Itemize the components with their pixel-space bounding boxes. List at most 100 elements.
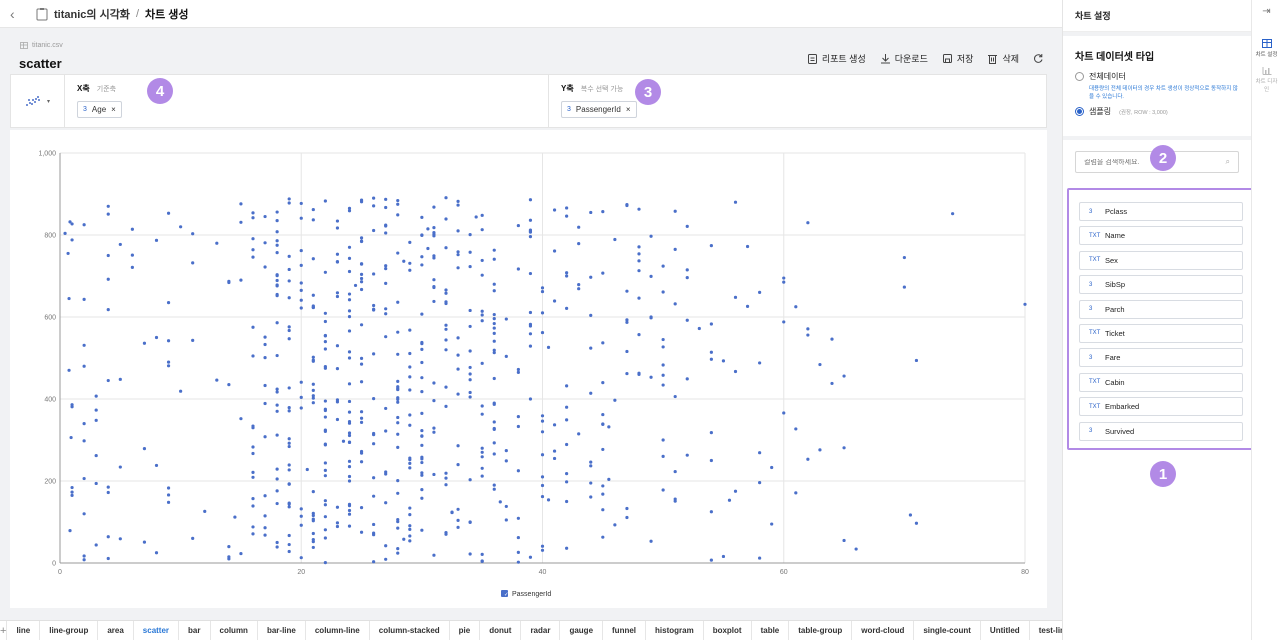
scatter-point[interactable]	[456, 199, 460, 203]
scatter-point[interactable]	[504, 459, 508, 463]
scatter-point[interactable]	[70, 238, 74, 242]
scatter-point[interactable]	[359, 416, 364, 420]
scatter-point[interactable]	[709, 322, 713, 326]
scatter-point[interactable]	[420, 347, 424, 351]
scatter-point[interactable]	[263, 241, 267, 245]
scatter-point[interactable]	[733, 295, 738, 299]
scatter-point[interactable]	[420, 471, 424, 475]
scatter-point[interactable]	[540, 414, 545, 418]
scatter-point[interactable]	[492, 401, 496, 405]
scatter-point[interactable]	[299, 298, 303, 302]
legend-label[interactable]: PassengerId	[512, 591, 551, 598]
scatter-point[interactable]	[323, 319, 327, 324]
chart-type-selector[interactable]: ▾	[11, 75, 65, 127]
scatter-point[interactable]	[770, 465, 774, 470]
scatter-chart[interactable]: 0 200 400 600 800 1,000 0 20 40 60 80 ✓ PassengerId	[10, 130, 1047, 608]
scatter-point[interactable]	[408, 534, 412, 538]
tab-table-group[interactable]: table-group	[788, 620, 851, 640]
scatter-point[interactable]	[649, 274, 653, 279]
scatter-point[interactable]	[335, 524, 340, 529]
scatter-point[interactable]	[625, 371, 629, 376]
scatter-point[interactable]	[733, 369, 738, 374]
scatter-point[interactable]	[601, 412, 605, 417]
scatter-point[interactable]	[577, 287, 581, 291]
scatter-point[interactable]	[625, 289, 629, 293]
scatter-point[interactable]	[396, 517, 400, 522]
scatter-point[interactable]	[287, 279, 291, 283]
tab-word-cloud[interactable]: word-cloud	[851, 620, 913, 640]
scatter-point[interactable]	[275, 321, 279, 325]
scatter-point[interactable]	[347, 356, 352, 360]
scatter-point[interactable]	[577, 225, 581, 229]
scatter-point[interactable]	[492, 331, 496, 335]
scatter-point[interactable]	[420, 233, 424, 237]
scatter-point[interactable]	[67, 368, 71, 372]
scatter-point[interactable]	[299, 406, 303, 410]
scatter-point[interactable]	[758, 361, 762, 365]
scatter-point[interactable]	[432, 299, 436, 304]
scatter-point[interactable]	[456, 525, 460, 529]
scatter-point[interactable]	[552, 423, 557, 427]
scatter-point[interactable]	[335, 252, 340, 256]
scatter-point[interactable]	[384, 197, 388, 201]
scatter-point[interactable]	[516, 535, 520, 540]
scatter-point[interactable]	[540, 289, 545, 294]
scatter-point[interactable]	[396, 300, 400, 304]
scatter-point[interactable]	[106, 485, 110, 489]
scatter-point[interactable]	[263, 526, 267, 530]
scatter-point[interactable]	[359, 356, 364, 361]
scatter-point[interactable]	[758, 290, 762, 294]
refresh-button[interactable]	[1033, 53, 1044, 64]
scatter-point[interactable]	[287, 482, 291, 486]
scatter-point[interactable]	[432, 254, 436, 258]
scatter-point[interactable]	[166, 493, 171, 497]
scatter-point[interactable]	[565, 418, 569, 422]
scatter-point[interactable]	[420, 434, 424, 438]
scatter-point[interactable]	[432, 205, 436, 209]
scatter-point[interactable]	[540, 483, 545, 488]
scatter-point[interactable]	[372, 196, 376, 200]
scatter-point[interactable]	[456, 253, 460, 257]
scatter-point[interactable]	[673, 394, 677, 399]
scatter-point[interactable]	[589, 464, 593, 468]
scatter-point[interactable]	[408, 375, 412, 379]
scatter-point[interactable]	[335, 294, 340, 299]
scatter-point[interactable]	[516, 367, 520, 372]
scatter-point[interactable]	[902, 255, 906, 260]
scatter-point[interactable]	[359, 239, 364, 243]
column-item-sibsp[interactable]: 3 SibSp	[1079, 275, 1243, 295]
scatter-point[interactable]	[468, 395, 472, 399]
scatter-point[interactable]	[287, 201, 291, 205]
scatter-point[interactable]	[516, 415, 520, 419]
scatter-point[interactable]	[685, 224, 689, 228]
scatter-point[interactable]	[480, 361, 484, 365]
scatter-point[interactable]	[287, 337, 291, 341]
scatter-point[interactable]	[914, 521, 919, 525]
scatter-point[interactable]	[444, 327, 448, 331]
scatter-point[interactable]	[275, 467, 279, 471]
scatter-point[interactable]	[444, 246, 448, 250]
scatter-point[interactable]	[607, 477, 611, 481]
scatter-point[interactable]	[372, 272, 376, 276]
scatter-point[interactable]	[384, 406, 388, 411]
column-item-cabin[interactable]: TXT Cabin	[1079, 372, 1243, 392]
scatter-point[interactable]	[275, 210, 279, 214]
scatter-point[interactable]	[263, 533, 267, 537]
scatter-point[interactable]	[154, 463, 159, 468]
scatter-point[interactable]	[359, 460, 364, 464]
delete-button[interactable]: 삭제	[987, 52, 1019, 65]
scatter-point[interactable]	[335, 219, 340, 223]
full-data-radio[interactable]: 전체데이터	[1075, 71, 1239, 82]
scatter-point[interactable]	[106, 535, 110, 539]
scatter-point[interactable]	[251, 475, 255, 479]
scatter-point[interactable]	[251, 532, 255, 536]
scatter-point[interactable]	[372, 303, 376, 308]
scatter-point[interactable]	[347, 309, 352, 313]
scatter-point[interactable]	[589, 313, 593, 317]
remove-chip-icon[interactable]: ×	[626, 105, 631, 114]
scatter-point[interactable]	[426, 227, 430, 231]
scatter-point[interactable]	[347, 465, 352, 469]
scatter-point[interactable]	[275, 477, 279, 481]
scatter-point[interactable]	[565, 306, 569, 310]
scatter-point[interactable]	[661, 363, 665, 367]
